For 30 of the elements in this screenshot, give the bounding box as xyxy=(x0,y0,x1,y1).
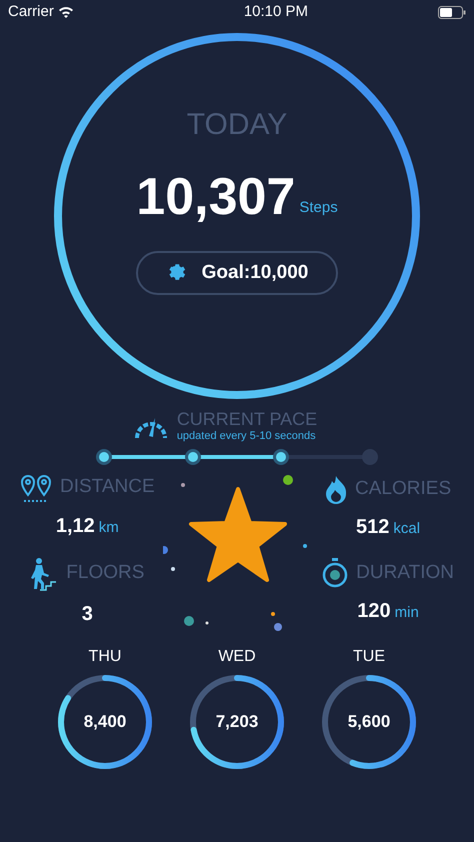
floors-value: 3 xyxy=(82,602,93,626)
day-label: THU xyxy=(88,646,122,666)
day-steps: 5,600 xyxy=(348,711,390,732)
calories-label: CALORIES xyxy=(355,477,452,502)
duration-value: 120 min xyxy=(357,598,419,624)
climbing-stairs-icon xyxy=(30,556,58,590)
day-label: WED xyxy=(218,646,256,666)
pace-title: CURRENT PACE xyxy=(176,410,318,428)
map-pins-icon xyxy=(20,472,52,502)
flame-icon xyxy=(325,476,348,504)
distance-label: DISTANCE xyxy=(60,475,155,500)
pace-subtitle: updated every 5-10 seconds xyxy=(176,429,317,444)
clock-time: 10:10 PM xyxy=(244,2,308,22)
step-count: 10,307 xyxy=(136,171,296,223)
goal-button[interactable]: Goal:10,000 xyxy=(136,251,338,295)
day-steps: 8,400 xyxy=(84,711,126,732)
distance-value: 1,12 km xyxy=(56,514,119,538)
stopwatch-icon xyxy=(322,558,348,588)
day-label: TUE xyxy=(353,646,385,666)
calories-value: 512 kcal xyxy=(356,514,420,540)
wifi-icon xyxy=(58,6,74,18)
day-steps: 7,203 xyxy=(216,711,258,732)
steps-unit: Steps xyxy=(299,198,338,218)
floors-label: FLOORS xyxy=(66,561,144,586)
duration-label: DURATION xyxy=(356,560,454,584)
battery-icon xyxy=(438,6,466,18)
pace-slider[interactable] xyxy=(95,446,379,466)
star-icon xyxy=(189,486,288,582)
today-title: TODAY xyxy=(186,107,288,143)
carrier-label: Carrier xyxy=(8,2,54,22)
